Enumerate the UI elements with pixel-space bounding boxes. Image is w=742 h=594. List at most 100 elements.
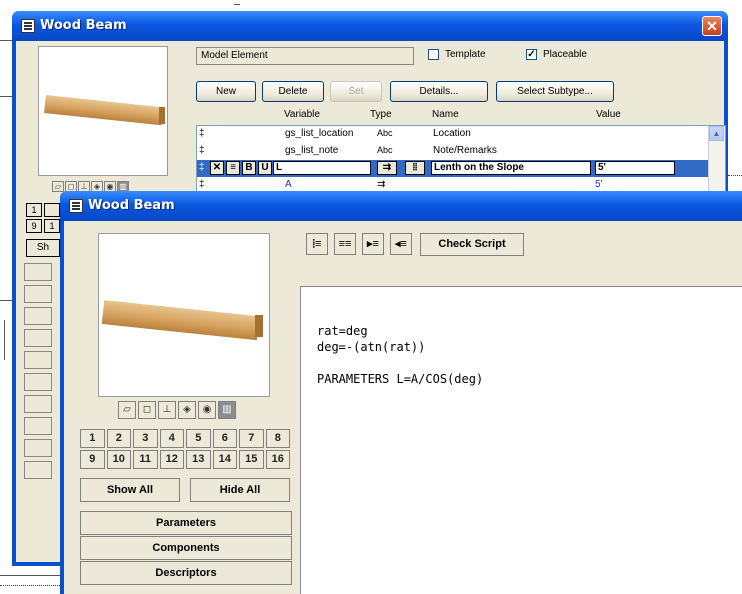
number-button-8[interactable]: 8 (265, 429, 290, 448)
number-button-9[interactable]: 9 (80, 450, 105, 469)
number-button[interactable]: 1 (26, 203, 42, 217)
template-checkbox-box[interactable] (428, 49, 439, 60)
number-button-6[interactable]: 6 (212, 429, 237, 448)
model-element-field[interactable]: Model Element (196, 47, 414, 65)
column-header-value[interactable]: Value (596, 109, 621, 120)
number-button[interactable]: 9 (26, 219, 42, 233)
panel-button[interactable] (24, 373, 52, 391)
panel-button[interactable] (24, 351, 52, 369)
number-button-10[interactable]: 10 (106, 450, 131, 469)
panel-button[interactable] (24, 395, 52, 413)
number-button-3[interactable]: 3 (133, 429, 158, 448)
row-handle[interactable]: ‡ (199, 162, 205, 173)
type-length-icon[interactable]: ⇉ (377, 161, 397, 175)
panel-button[interactable] (24, 417, 52, 435)
close-button[interactable]: ✕ (702, 16, 722, 36)
row-handle[interactable]: ‡ (199, 179, 205, 190)
name-input[interactable]: Lenth on the Slope (431, 161, 591, 175)
front-window-titlebar[interactable]: Wood Beam (60, 191, 742, 221)
cad-line (728, 175, 742, 176)
section-view-icon[interactable]: ⊥ (158, 401, 176, 419)
panel-button[interactable] (24, 263, 52, 281)
new-button[interactable]: New (196, 81, 256, 102)
2d-view-icon[interactable]: ▱ (118, 401, 136, 419)
underline-button[interactable]: U (258, 161, 272, 175)
script-line: PARAMETERS L=A/COS(deg) (317, 372, 484, 386)
script-editor[interactable]: rat=deg deg=-(atn(rat)) PARAMETERS L=A/CO… (300, 286, 742, 594)
cad-line (0, 96, 12, 97)
parameters-button[interactable]: Parameters (80, 511, 292, 535)
row-name: Location (433, 128, 471, 139)
number-button-7[interactable]: 7 (239, 429, 264, 448)
placeable-checkbox-box[interactable]: ✓ (526, 49, 537, 60)
number-button-12[interactable]: 12 (159, 450, 184, 469)
row-type: Abc (377, 145, 393, 155)
number-button-11[interactable]: 11 (133, 450, 158, 469)
outdent-icon[interactable]: ◂≡ (390, 233, 412, 255)
number-button-2[interactable]: 2 (106, 429, 131, 448)
beam-end (159, 107, 165, 124)
show-all-button[interactable]: Sh (26, 239, 60, 257)
back-window-titlebar[interactable]: Wood Beam ✕ (12, 11, 728, 41)
column-header-name[interactable]: Name (432, 109, 459, 120)
set-button[interactable]: Set (330, 81, 382, 102)
number-button-4[interactable]: 4 (159, 429, 184, 448)
descriptors-button[interactable]: Descriptors (80, 561, 292, 585)
number-button-13[interactable]: 13 (186, 450, 211, 469)
variable-input[interactable]: L (273, 161, 371, 175)
scroll-up-icon[interactable]: ▲ (709, 126, 724, 141)
table-row-selected[interactable]: ‡ ✕ ≡ B U L ⇉ ⦙⦙ Lenth on the Slope 5' (197, 160, 709, 177)
cad-line (0, 40, 12, 41)
hide-all-button[interactable]: Hide All (190, 478, 290, 502)
script-line (317, 355, 483, 371)
select-subtype-button[interactable]: Select Subtype... (496, 81, 614, 102)
details-button[interactable]: Details... (390, 81, 488, 102)
row-handle[interactable]: ‡ (199, 128, 205, 139)
beam-preview-image (101, 300, 260, 341)
panel-button[interactable] (24, 329, 52, 347)
number-button[interactable]: 1 (44, 219, 60, 233)
unlink-icon[interactable]: ✕ (210, 161, 224, 175)
table-row[interactable]: ‡ gs_list_note Abc Note/Remarks (197, 143, 709, 160)
shaded-view-icon[interactable]: ◉ (198, 401, 216, 419)
symbol-view-icon[interactable]: ◻ (138, 401, 156, 419)
delete-button[interactable]: Delete (262, 81, 324, 102)
column-header-type[interactable]: Type (370, 109, 392, 120)
table-row[interactable]: ‡ gs_list_location Abc Location (197, 126, 709, 143)
beam-preview-image (44, 95, 164, 126)
value-input[interactable]: 5' (595, 161, 675, 175)
find-next-icon[interactable]: ≡≡ (334, 233, 356, 255)
script-line: deg=-(atn(rat)) (317, 340, 426, 354)
number-button-1[interactable]: 1 (80, 429, 105, 448)
number-button-5[interactable]: 5 (186, 429, 211, 448)
number-button-14[interactable]: 14 (212, 450, 237, 469)
vertical-scrollbar[interactable]: ▲ (708, 126, 725, 196)
bold-button[interactable]: B (242, 161, 256, 175)
template-checkbox[interactable]: Template (428, 49, 486, 60)
placeable-checkbox[interactable]: ✓ Placeable (526, 49, 587, 60)
number-button-15[interactable]: 15 (239, 450, 264, 469)
view-icon[interactable]: ▱ (52, 181, 64, 192)
number-button-16[interactable]: 16 (265, 450, 290, 469)
number-button[interactable] (44, 203, 60, 217)
panel-button[interactable] (24, 285, 52, 303)
window-title: Wood Beam (88, 198, 175, 213)
parameter-list: ‡ gs_list_location Abc Location ‡ gs_lis… (196, 125, 726, 197)
panel-button[interactable] (24, 307, 52, 325)
parameter-view-icon[interactable]: ▥ (218, 401, 236, 419)
panel-button[interactable] (24, 461, 52, 479)
row-handle[interactable]: ‡ (199, 145, 205, 156)
find-icon[interactable]: ⦙≡ (306, 233, 328, 255)
check-script-button[interactable]: Check Script (420, 233, 524, 256)
show-all-button[interactable]: Show All (80, 478, 180, 502)
indent-icon[interactable]: ▸≡ (362, 233, 384, 255)
components-button[interactable]: Components (80, 536, 292, 560)
style-icon[interactable]: ≡ (226, 161, 240, 175)
column-header-variable[interactable]: Variable (284, 109, 320, 120)
cad-line (234, 4, 240, 5)
panel-button[interactable] (24, 439, 52, 457)
script-text[interactable]: rat=deg deg=-(atn(rat)) PARAMETERS L=A/CO… (317, 323, 483, 387)
3d-view-icon[interactable]: ◈ (178, 401, 196, 419)
array-icon[interactable]: ⦙⦙ (405, 161, 425, 175)
script-line: rat=deg (317, 324, 368, 338)
